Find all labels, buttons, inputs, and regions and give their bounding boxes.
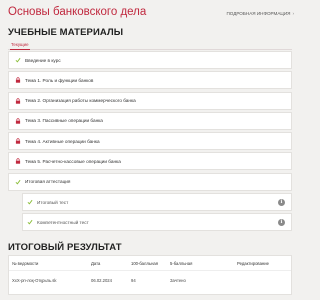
column-header: № ведомости (12, 261, 39, 266)
list-item-final-attestation[interactable]: Итоговая аттестация (8, 172, 292, 191)
list-item-intro[interactable]: Введение в курс (8, 51, 292, 69)
column-header: 5-балльная (170, 261, 193, 266)
sub-item-final-test[interactable]: Итоговый тест i (22, 193, 292, 212)
chevron-right-icon: › (292, 11, 294, 16)
list-item-topic-2[interactable]: Тема 2. Организация работы коммерческого… (8, 91, 292, 110)
list-item-label: Тема 3. Пассивные операции банка (25, 118, 103, 124)
check-icon (27, 219, 33, 225)
column-header: 100-балльная (131, 261, 158, 266)
detail-info-link[interactable]: ПОДРОБНАЯ ИНФОРМАЦИЯ › (226, 11, 294, 16)
table-cell-number: ХхХ-рп-лоқ-Отқрьпь.sk (12, 278, 57, 283)
list-item-label: Тема 4. Активные операции банка (25, 138, 100, 144)
column-header: Редактирование (237, 261, 269, 266)
lock-icon (15, 77, 21, 83)
list-item-label: Итоговая аттестация (25, 179, 71, 185)
list-item-topic-5[interactable]: Тема 5. Расчетно-кассовые операции банка (8, 152, 292, 171)
lock-icon (15, 158, 21, 165)
divider (9, 270, 291, 271)
materials-tabs: Текущие (8, 40, 292, 50)
detail-info-label: ПОДРОБНАЯ ИНФОРМАЦИЯ (226, 11, 291, 16)
materials-title: УЧЕБНЫЕ МАТЕРИАЛЫ (8, 27, 124, 38)
check-icon (27, 199, 33, 205)
list-item-topic-3[interactable]: Тема 3. Пассивные операции банка (8, 111, 292, 130)
sub-item-label: Итоговый тест (37, 199, 69, 205)
lock-icon (15, 97, 21, 104)
list-item-label: Тема 2. Организация работы коммерческого… (25, 98, 136, 104)
sub-item-competency-test[interactable]: Компетентностный тест i (22, 213, 292, 232)
table-cell-score5: Зачтено (170, 278, 186, 283)
table-cell-score100: 94 (131, 278, 136, 283)
info-icon[interactable]: i (278, 219, 285, 227)
check-icon (15, 179, 21, 185)
table-cell-date: 06.02.2024 (91, 278, 112, 283)
results-table: № ведомости Дата 100-балльная 5-балльная… (8, 255, 292, 295)
sub-item-label: Компетентностный тест (37, 219, 89, 225)
list-item-topic-4[interactable]: Тема 4. Активные операции банка (8, 132, 292, 151)
header: Основы банковского дела ПОДРОБНАЯ ИНФОРМ… (8, 6, 296, 24)
check-icon (15, 57, 21, 63)
list-item-topic-1[interactable]: Тема 1. Роль и функции банков (8, 71, 292, 90)
course-title: Основы банковского дела (8, 6, 147, 18)
tab-current[interactable]: Текущие (10, 42, 30, 50)
column-header: Дата (91, 261, 101, 266)
info-icon[interactable]: i (278, 199, 285, 207)
lock-icon (15, 118, 21, 124)
list-item-label: Введение в курс (25, 57, 61, 63)
list-item-label: Тема 1. Роль и функции банков (25, 77, 94, 83)
list-item-label: Тема 5. Расчетно-кассовые операции банка (25, 158, 121, 164)
results-title: ИТОГОВЫЙ РЕЗУЛЬТАТ (8, 242, 122, 253)
materials-list: Введение в курс Тема 1. Роль и функции б… (8, 51, 292, 234)
lock-icon (15, 138, 21, 144)
